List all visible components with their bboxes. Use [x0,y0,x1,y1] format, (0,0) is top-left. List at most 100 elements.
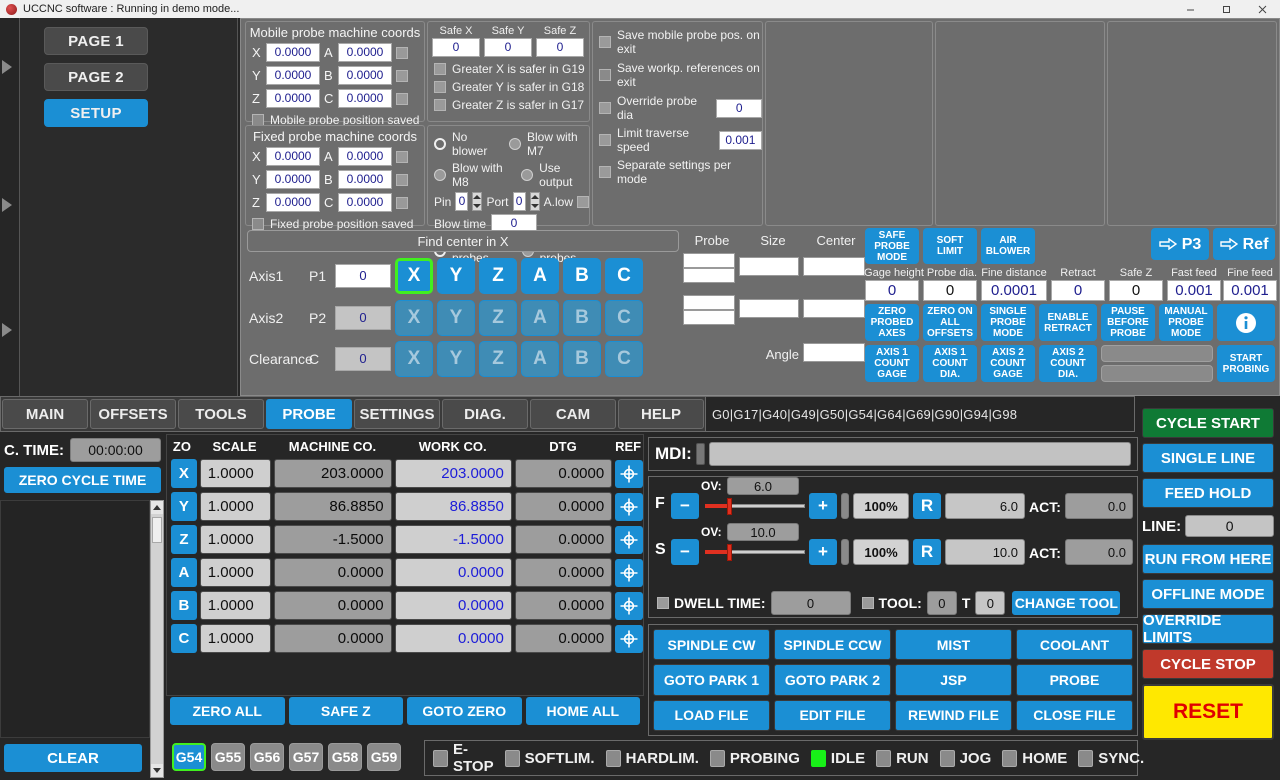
tab-main[interactable]: MAIN [2,399,88,429]
spindle-cw-button[interactable]: SPINDLE CW [653,629,770,661]
limit-traverse-checkbox[interactable] [599,134,611,146]
separate-settings-checkbox[interactable] [599,166,611,178]
axis2-btn-z[interactable]: Z [479,300,517,336]
offset-g54-button[interactable]: G54 [172,743,206,771]
clearance-input[interactable]: 0 [335,347,391,371]
rail-expand-arrow-1[interactable] [2,60,12,74]
page-2-button[interactable]: PAGE 2 [44,63,148,91]
dro-scale-a[interactable]: 1.0000 [199,558,272,587]
single-line-button[interactable]: SINGLE LINE [1142,443,1274,473]
run-from-here-button[interactable]: RUN FROM HERE [1142,544,1274,574]
blow-m7-radio[interactable] [508,138,521,150]
blow-m7-option[interactable]: Blow with M7 [508,130,589,158]
pin-stepper[interactable] [472,192,483,211]
offset-g56-button[interactable]: G56 [250,743,284,771]
dro-work-b[interactable]: 0.0000 [394,591,512,620]
manual-probe-mode-button[interactable]: MANUAL PROBE MODE [1159,304,1213,341]
fine-feed-input[interactable]: 0.001 [1223,280,1277,301]
dro-scale-z[interactable]: 1.0000 [199,525,272,554]
offline-mode-button[interactable]: OFFLINE MODE [1142,579,1274,609]
fixed-x-input[interactable]: 0.0000 [266,147,320,166]
t-value[interactable]: 0 [975,591,1006,615]
feed-minus-button[interactable]: − [671,493,699,519]
dro-ref-button-a[interactable] [615,558,643,587]
change-tool-button[interactable]: CHANGE TOOL [1012,591,1121,615]
setup-button[interactable]: SETUP [44,99,148,127]
use-output-option[interactable]: Use output [521,161,589,189]
fixed-row-z-checkbox[interactable] [396,196,408,209]
goto-ref-button[interactable]: Ref [1213,228,1275,260]
air-blower-button[interactable]: AIR BLOWER [981,228,1035,264]
port-input[interactable]: 0 [512,192,526,211]
dro-axis-button-x[interactable]: X [171,459,197,488]
tab-help[interactable]: HELP [618,399,704,429]
greater-z-safer-checkbox[interactable] [434,99,446,111]
single-probe-mode-button[interactable]: SINGLE PROBE MODE [981,304,1035,341]
rail-expand-arrow-3[interactable] [2,323,12,337]
clearance-btn-a[interactable]: A [521,341,559,377]
safe-z-field-input[interactable]: 0 [1109,280,1163,301]
safe-probe-mode-button[interactable]: SAFE PROBE MODE [865,228,919,264]
save-workp-refs-checkbox[interactable] [599,69,611,81]
clearance-btn-b[interactable]: B [563,341,601,377]
soft-limit-button[interactable]: SOFT LIMIT [923,228,977,264]
dwell-time-checkbox[interactable] [657,597,669,609]
mobile-b-input[interactable]: 0.0000 [338,66,392,85]
fixed-a-input[interactable]: 0.0000 [338,147,392,166]
clearance-btn-y[interactable]: Y [437,341,475,377]
dro-scale-x[interactable]: 1.0000 [199,459,272,488]
save-workp-refs-row[interactable]: Save workp. references on exit [599,61,762,89]
limit-traverse-input[interactable]: 0.001 [718,130,762,150]
feed-hold-button[interactable]: FEED HOLD [1142,478,1274,508]
coolant-button[interactable]: COOLANT [1016,629,1133,661]
offset-g59-button[interactable]: G59 [367,743,401,771]
axis1-btn-z[interactable]: Z [479,258,517,294]
alow-checkbox[interactable] [576,195,589,208]
axis1-btn-a[interactable]: A [521,258,559,294]
zero-all-button[interactable]: ZERO ALL [170,697,285,725]
scrollbar-down-arrow[interactable] [151,764,163,777]
dro-work-y[interactable]: 86.8850 [394,492,512,521]
pause-before-probe-button[interactable]: PAUSE BEFORE PROBE [1101,304,1155,341]
dro-axis-button-y[interactable]: Y [171,492,197,521]
greater-y-safer-row[interactable]: Greater Y is safer in G18 [434,80,589,94]
goto-p3-button[interactable]: P3 [1151,228,1209,260]
probe-button[interactable]: PROBE [1016,664,1133,696]
safe-y-input[interactable]: 0 [484,38,532,57]
fixed-b-input[interactable]: 0.0000 [338,170,392,189]
mdi-input[interactable] [708,442,1131,466]
axis1-btn-b[interactable]: B [563,258,601,294]
zero-on-all-offsets-button[interactable]: ZERO ON ALL OFFSETS [923,304,977,341]
clearance-btn-z[interactable]: Z [479,341,517,377]
feed-slider[interactable] [705,493,805,519]
fixed-y-input[interactable]: 0.0000 [266,170,320,189]
mobile-row-y-checkbox[interactable] [396,69,408,82]
mist-button[interactable]: MIST [895,629,1012,661]
port-stepper[interactable] [529,192,540,211]
save-mobile-probe-checkbox[interactable] [599,36,611,48]
tab-offsets[interactable]: OFFSETS [90,399,176,429]
offset-g58-button[interactable]: G58 [328,743,362,771]
offset-g55-button[interactable]: G55 [211,743,245,771]
mobile-row-x-checkbox[interactable] [396,46,408,59]
separate-settings-row[interactable]: Separate settings per mode [599,158,762,186]
tool-value[interactable]: 0 [926,591,957,615]
spindle-slider[interactable] [705,539,805,565]
dro-work-a[interactable]: 0.0000 [394,558,512,587]
safe-z-button[interactable]: SAFE Z [288,697,403,725]
blow-m8-option[interactable]: Blow with M8 [434,161,513,189]
cycle-stop-button[interactable]: CYCLE STOP [1142,649,1274,679]
gage-height-input[interactable]: 0 [865,280,919,301]
page-1-button[interactable]: PAGE 1 [44,27,148,55]
p1-input[interactable]: 0 [335,264,391,288]
clear-log-button[interactable]: CLEAR [4,744,142,772]
dro-ref-button-c[interactable] [615,624,643,653]
fine-distance-input[interactable]: 0.0001 [981,280,1047,301]
axis2-btn-b[interactable]: B [563,300,601,336]
axis2-btn-x[interactable]: X [395,300,433,336]
rail-expand-arrow-2[interactable] [2,198,12,212]
line-value[interactable]: 0 [1185,515,1274,537]
tab-settings[interactable]: SETTINGS [354,399,440,429]
feed-value[interactable]: 6.0 [945,493,1025,519]
enable-retract-button[interactable]: ENABLE RETRACT [1039,304,1097,341]
